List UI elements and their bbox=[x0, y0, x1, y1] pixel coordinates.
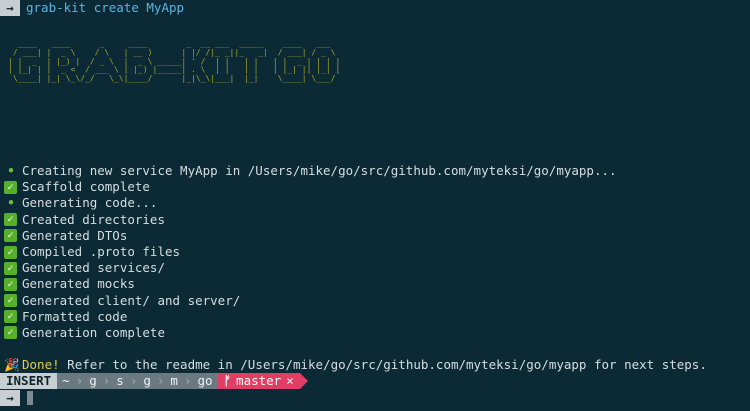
path-separator-icon: › bbox=[102, 373, 111, 388]
check-icon: ✓ bbox=[4, 229, 17, 243]
banner-line: ____ ____ _ ____ _ __ ___ _____ ____ ___ bbox=[8, 39, 341, 48]
log-line: ✓ Scaffold complete bbox=[4, 179, 617, 195]
banner-line: \____| |_| \_\/_/ \_\|____/ |_|\_\|___| … bbox=[8, 74, 341, 84]
log-line: ✓ Compiled .proto files bbox=[4, 244, 617, 260]
git-branch-icon: ᚠ bbox=[223, 373, 232, 388]
check-icon: ✓ bbox=[4, 180, 17, 194]
check-icon: ✓ bbox=[4, 326, 17, 340]
log-line: ✓ Generated mocks bbox=[4, 276, 617, 292]
log-text: Generating code... bbox=[22, 195, 158, 211]
log-line: ✓ Generated services/ bbox=[4, 260, 617, 276]
git-branch-segment: ᚠ master × bbox=[217, 373, 300, 389]
log-text: Generated client/ and server/ bbox=[22, 292, 241, 308]
path-segment: g bbox=[89, 373, 97, 388]
prompt-arrow-icon: → bbox=[0, 0, 20, 16]
check-icon: ✓ bbox=[4, 277, 17, 291]
branch-name: master bbox=[236, 373, 282, 388]
text-cursor[interactable] bbox=[27, 391, 33, 405]
done-label: Done! bbox=[22, 357, 60, 372]
prompt-arrow-icon: → bbox=[0, 390, 20, 406]
log-text: Scaffold complete bbox=[22, 179, 150, 195]
done-message: 🎉 Done! Refer to the readme in /Users/mi… bbox=[4, 357, 707, 373]
output-log: • Creating new service MyApp in /Users/m… bbox=[4, 163, 617, 341]
path-separator-icon: › bbox=[129, 373, 138, 388]
banner-line: | |_| | | _ < / ___ \ | |_) |_____| . \ … bbox=[8, 65, 341, 75]
path-separator-icon: › bbox=[75, 373, 84, 388]
log-text: Generation complete bbox=[22, 324, 165, 340]
path-segment: s bbox=[116, 373, 124, 388]
banner-line: | | _ | |_) | / _ \ | _ \ _____| ' / | |… bbox=[8, 56, 341, 66]
command-text: grab-kit create MyApp bbox=[26, 0, 185, 15]
dirty-status-icon: × bbox=[286, 373, 294, 388]
path-segment: m bbox=[170, 373, 178, 388]
log-line: ✓ Created directories bbox=[4, 212, 617, 228]
path-segments: ~ › g › s › g › m › go bbox=[57, 373, 218, 389]
check-icon: ✓ bbox=[4, 294, 17, 308]
log-line: ✓ Generation complete bbox=[4, 325, 617, 341]
bullet-icon: • bbox=[7, 163, 15, 178]
log-line: • Generating code... bbox=[4, 195, 617, 211]
command-line: → grab-kit create MyApp bbox=[0, 0, 184, 16]
path-separator-icon: › bbox=[156, 373, 165, 388]
log-line: ✓ Formatted code bbox=[4, 309, 617, 325]
party-popper-icon: 🎉 bbox=[4, 357, 20, 372]
path-separator-icon: › bbox=[183, 373, 192, 388]
log-line: ✓ Generated DTOs bbox=[4, 228, 617, 244]
path-segment: g bbox=[143, 373, 151, 388]
log-text: Creating new service MyApp in /Users/mik… bbox=[22, 163, 617, 178]
check-icon: ✓ bbox=[4, 261, 17, 275]
log-text: Generated mocks bbox=[22, 276, 135, 292]
log-text: Created directories bbox=[22, 211, 165, 227]
path-segment: ~ bbox=[62, 373, 70, 388]
vi-mode-indicator: INSERT bbox=[0, 373, 58, 389]
terminal-window[interactable]: → grab-kit create MyApp ____ ____ _ ____… bbox=[0, 0, 750, 411]
check-icon: ✓ bbox=[4, 213, 17, 227]
segment-end-arrow-icon bbox=[299, 373, 308, 389]
check-icon: ✓ bbox=[4, 245, 17, 259]
banner-line: / ___| | _ \ / \ | __ ) | |/ /|_ _||_ _|… bbox=[8, 47, 341, 57]
input-prompt[interactable]: → bbox=[0, 390, 33, 406]
log-line: • Creating new service MyApp in /Users/m… bbox=[4, 163, 617, 179]
done-text: Refer to the readme in /Users/mike/go/sr… bbox=[67, 357, 707, 372]
path-segment: go bbox=[197, 373, 213, 388]
check-icon: ✓ bbox=[4, 310, 17, 324]
bullet-icon: • bbox=[7, 195, 15, 211]
log-text: Compiled .proto files bbox=[22, 243, 181, 259]
ascii-banner: ____ ____ _ ____ _ __ ___ _____ ____ ___… bbox=[8, 39, 341, 84]
log-text: Generated services/ bbox=[22, 260, 165, 276]
log-text: Generated DTOs bbox=[22, 227, 128, 243]
log-text: Formatted code bbox=[22, 308, 128, 324]
log-line: ✓ Generated client/ and server/ bbox=[4, 293, 617, 309]
shell-status-bar: INSERT ~ › g › s › g › m › go ᚠ master × bbox=[0, 373, 750, 389]
